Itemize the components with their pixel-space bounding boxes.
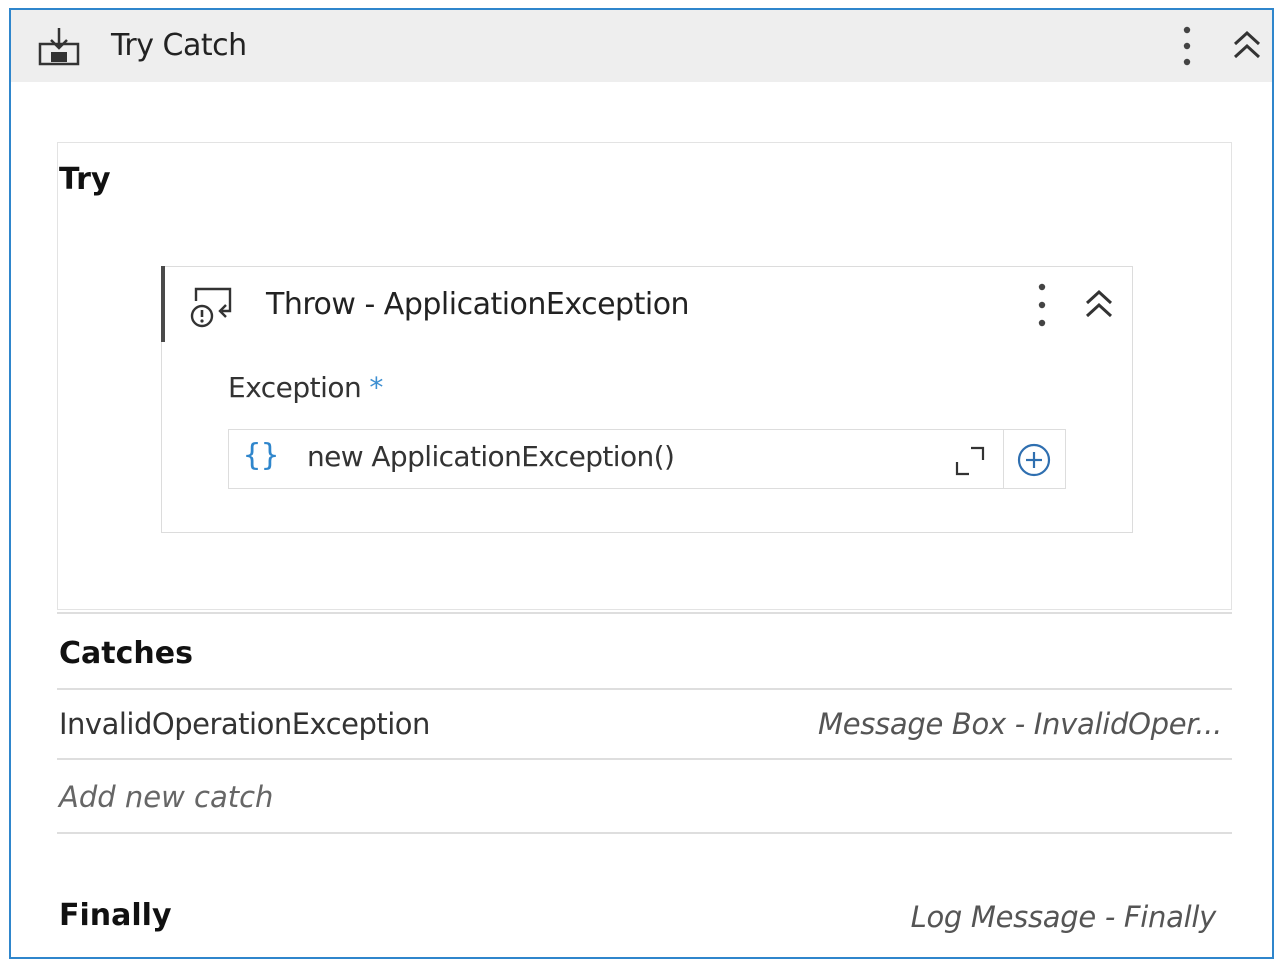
collapse-icon[interactable] xyxy=(1082,285,1116,325)
divider xyxy=(57,688,1232,690)
divider xyxy=(57,758,1232,760)
more-options-icon[interactable] xyxy=(1173,24,1201,68)
collapse-icon[interactable] xyxy=(1229,26,1265,66)
throw-title: Throw - ApplicationException xyxy=(266,287,690,322)
catch-action[interactable]: Message Box - InvalidOper... xyxy=(818,707,1222,741)
try-catch-icon xyxy=(38,28,80,66)
expression-braces-icon: {} xyxy=(243,438,280,473)
exception-label-text: Exception xyxy=(228,371,362,404)
exception-value[interactable]: new ApplicationException() xyxy=(307,440,675,473)
catches-title: Catches xyxy=(59,636,193,671)
exception-input[interactable]: {} new ApplicationException() xyxy=(228,429,1004,489)
try-label: Try xyxy=(59,162,111,197)
activity-title: Try Catch xyxy=(111,28,247,63)
divider xyxy=(57,832,1232,834)
plus-circle-icon[interactable] xyxy=(1016,442,1052,478)
catch-exception-type[interactable]: InvalidOperationException xyxy=(59,707,430,741)
try-catch-activity[interactable]: Try Catch Try Throw - ApplicationExcepti… xyxy=(9,8,1274,959)
throw-icon xyxy=(190,287,232,328)
exception-label: Exception * xyxy=(228,371,383,404)
finally-title: Finally xyxy=(59,898,172,933)
required-marker: * xyxy=(369,371,383,404)
finally-action[interactable]: Log Message - Finally xyxy=(911,900,1217,934)
add-new-catch-link[interactable]: Add new catch xyxy=(59,780,273,814)
activity-header[interactable]: Try Catch xyxy=(11,10,1272,82)
divider xyxy=(57,612,1232,614)
selection-bar xyxy=(161,266,165,342)
expand-editor-icon[interactable] xyxy=(951,444,987,478)
throw-activity-card[interactable]: Throw - ApplicationException Exception * … xyxy=(161,266,1133,533)
add-button[interactable] xyxy=(1004,429,1066,489)
more-options-icon[interactable] xyxy=(1028,281,1056,329)
